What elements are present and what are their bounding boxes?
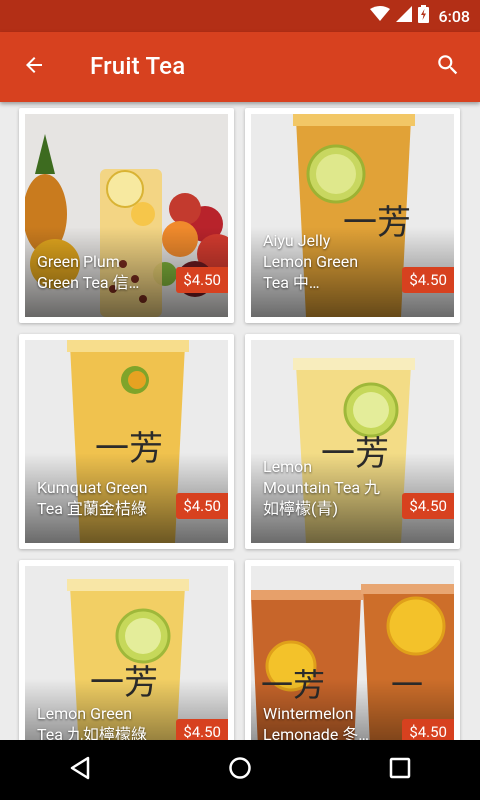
price-badge: $4.50 (402, 267, 454, 293)
product-name: Wintermelon Lemonade 冬… (263, 704, 369, 740)
triangle-back-icon (69, 756, 91, 784)
wifi-icon (369, 6, 390, 26)
battery-icon (417, 5, 429, 27)
price-badge: $4.50 (176, 267, 228, 293)
status-icons: 6:08 (369, 5, 471, 27)
product-grid: Green Plum Green Tea 信… $4.50 一芳 Aiyu Je… (0, 102, 480, 740)
status-time: 6:08 (438, 6, 471, 26)
back-button[interactable] (16, 49, 52, 85)
status-bar: 6:08 (0, 0, 480, 32)
product-card[interactable]: 一芳 Kumquat Green Tea 宜蘭金桔綠 $4.50 (19, 334, 234, 549)
product-name: Kumquat Green Tea 宜蘭金桔綠 (37, 478, 148, 518)
price-badge: $4.50 (176, 493, 228, 519)
arrow-back-icon (22, 53, 46, 81)
product-image: 一芳 Lemon Mountain Tea 九如檸檬(青) $4.50 (251, 340, 454, 543)
product-name: Lemon Green Tea 九如檸檬綠 (37, 704, 147, 740)
product-image: 一芳 一 Wintermelon Lemonade 冬… $4.50 (251, 566, 454, 740)
product-card[interactable]: 一芳 Lemon Green Tea 九如檸檬綠 $4.50 (19, 560, 234, 740)
product-card[interactable]: 一芳 一 Wintermelon Lemonade 冬… $4.50 (245, 560, 460, 740)
product-image: 一芳 Aiyu Jelly Lemon Green Tea 中… $4.50 (251, 114, 454, 317)
circle-home-icon (228, 756, 252, 784)
price-badge: $4.50 (402, 493, 454, 519)
nav-recents-button[interactable] (370, 746, 430, 794)
app-bar: Fruit Tea (0, 32, 480, 102)
price-badge: $4.50 (402, 719, 454, 740)
nav-back-button[interactable] (50, 746, 110, 794)
product-card[interactable]: 一芳 Lemon Mountain Tea 九如檸檬(青) $4.50 (245, 334, 460, 549)
price-badge: $4.50 (176, 719, 228, 740)
product-name: Aiyu Jelly Lemon Green Tea 中… (263, 231, 359, 292)
search-icon (435, 52, 461, 82)
product-image: 一芳 Lemon Green Tea 九如檸檬綠 $4.50 (25, 566, 228, 740)
product-card[interactable]: 一芳 Aiyu Jelly Lemon Green Tea 中… $4.50 (245, 108, 460, 323)
page-title: Fruit Tea (90, 52, 186, 80)
search-button[interactable] (430, 49, 466, 85)
square-recents-icon (389, 757, 411, 783)
product-image: 一芳 Kumquat Green Tea 宜蘭金桔綠 $4.50 (25, 340, 228, 543)
navigation-bar (0, 740, 480, 800)
signal-icon (395, 6, 412, 26)
product-name: Green Plum Green Tea 信… (37, 252, 140, 292)
product-image: Green Plum Green Tea 信… $4.50 (25, 114, 228, 317)
product-name: Lemon Mountain Tea 九如檸檬(青) (263, 457, 381, 518)
nav-home-button[interactable] (210, 746, 270, 794)
product-card[interactable]: Green Plum Green Tea 信… $4.50 (19, 108, 234, 323)
